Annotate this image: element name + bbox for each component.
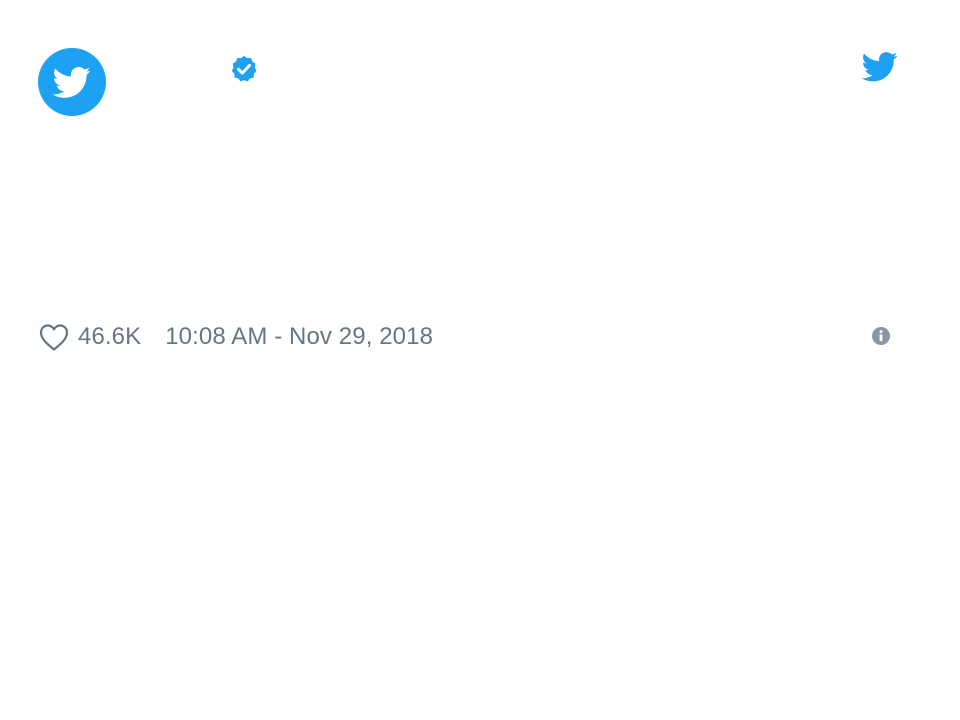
twitter-bird-icon [53, 66, 91, 98]
verified-badge-icon [231, 55, 257, 82]
info-circle-icon[interactable] [870, 325, 892, 347]
profile-avatar[interactable] [38, 48, 106, 116]
like-count[interactable]: 46.6K [78, 323, 141, 351]
twitter-logo-icon [862, 52, 898, 82]
heart-outline-icon[interactable] [38, 322, 70, 352]
embedded-tweet-card: 46.6K 10:08 AM - Nov 29, 2018 [0, 0, 960, 720]
tweet-meta-row: 46.6K 10:08 AM - Nov 29, 2018 [38, 320, 433, 354]
verified-badge [229, 54, 259, 84]
twitter-logo-link[interactable] [862, 52, 898, 82]
tweet-timestamp[interactable]: 10:08 AM - Nov 29, 2018 [165, 323, 433, 351]
